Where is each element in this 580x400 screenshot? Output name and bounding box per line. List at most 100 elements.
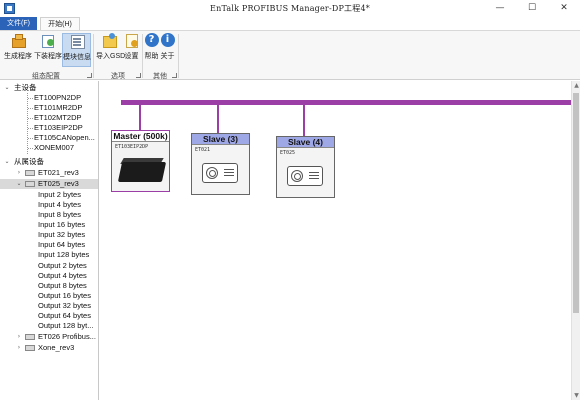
group-options-label: 选项 [111, 73, 125, 80]
collapse-icon[interactable]: ⌄ [3, 83, 11, 93]
expand-icon[interactable]: › [15, 343, 23, 353]
tree-guide [28, 108, 33, 109]
vertical-scrollbar[interactable]: ▲ ▼ [571, 81, 580, 400]
minimize-button[interactable]: — [484, 0, 516, 17]
tree-item-label: ET026 Profibus... [38, 332, 96, 341]
tree-item-module[interactable]: Output 128 byt... [38, 321, 93, 331]
scroll-thumb[interactable] [573, 93, 579, 313]
device-title: Master (500k) [112, 131, 169, 142]
profibus-line[interactable] [121, 100, 571, 105]
tree-guide [28, 98, 33, 99]
tree-item-module[interactable]: Input 8 bytes [38, 210, 81, 220]
tree-item-slave[interactable]: › Xone_rev3 [0, 343, 98, 353]
collapse-icon[interactable]: ⌄ [15, 179, 23, 189]
tree-item-module[interactable]: Output 8 bytes [38, 281, 87, 291]
tree-item-label: ET025_rev3 [38, 179, 79, 188]
group-other-launcher[interactable] [172, 73, 177, 78]
tab-file[interactable]: 文件(F) [0, 17, 37, 30]
build-program-button[interactable]: 生成程序 [3, 33, 33, 67]
about-icon: i [160, 33, 175, 47]
expand-icon[interactable]: › [15, 168, 23, 178]
module-icon [25, 181, 35, 187]
tree-item-master[interactable]: ET103EIP2DP [34, 123, 83, 133]
download-program-button[interactable]: 下装程序 [34, 33, 62, 67]
module-info-label: 模块信息 [63, 54, 91, 61]
scroll-up-icon[interactable]: ▲ [572, 81, 580, 90]
tree-item-master[interactable]: ET102MT2DP [34, 113, 82, 123]
tab-start[interactable]: 开始(H) [40, 17, 80, 30]
import-gsd-label: 导入GSD [96, 53, 126, 60]
tree-item-module[interactable]: Output 64 bytes [38, 311, 91, 321]
tree-item-slave-selected[interactable]: ⌄ ET025_rev3 [0, 179, 98, 189]
tree-item-module[interactable]: Input 2 bytes [38, 190, 81, 200]
tree-guide [28, 118, 33, 119]
device-tree: ⌄ 主设备 ET100PN2DP ET101MR2DP ET102MT2DP E… [0, 81, 99, 400]
collapse-icon[interactable]: ⌄ [3, 157, 11, 167]
help-icon: ? [144, 33, 159, 47]
network-canvas[interactable]: Master (500k) ET103EIP2DP Slave (3) ET02… [100, 81, 571, 400]
device-title: Slave (4) [277, 137, 334, 148]
module-info-button[interactable]: 模块信息 [62, 33, 91, 67]
tree-item-module[interactable]: Output 16 bytes [38, 291, 91, 301]
module-icon [25, 334, 35, 340]
close-button[interactable]: ✕ [548, 0, 580, 17]
download-program-label: 下装程序 [34, 53, 62, 60]
tree-item-master[interactable]: ET100PN2DP [34, 93, 81, 103]
device-title: Slave (3) [192, 134, 249, 145]
gateway-device-icon [117, 156, 167, 186]
tree-item-master[interactable]: ET105CANopen... [34, 133, 95, 143]
tree-guide [27, 93, 28, 154]
tree-item-module[interactable]: Input 4 bytes [38, 200, 81, 210]
tree-item-slave[interactable]: › ET021_rev3 [0, 168, 98, 178]
tree-item-module[interactable]: Output 2 bytes [38, 261, 87, 271]
import-gsd-icon [102, 33, 117, 48]
slave-device-node[interactable]: Slave (3) ET021 [191, 133, 250, 195]
tree-item-module[interactable]: Input 128 bytes [38, 250, 89, 260]
tree-header-label: 主设备 [14, 83, 37, 92]
group-config-label: 组态配置 [32, 73, 60, 80]
build-program-icon [11, 33, 26, 48]
slave-module-icon [285, 163, 329, 191]
device-model: ET103EIP2DP [115, 144, 149, 150]
ribbon: 生成程序 下装程序 模块信息 组态配置 导入GSD 设置 选项 ? 帮助 i 关… [0, 30, 580, 80]
group-separator [178, 34, 179, 78]
module-info-icon [70, 34, 85, 49]
device-model: ET025 [280, 150, 296, 156]
tree-item-label: Xone_rev3 [38, 343, 75, 352]
tree-item-master[interactable]: XONEM007 [34, 143, 74, 153]
group-config-launcher[interactable] [87, 73, 92, 78]
bus-drop-line [303, 105, 305, 136]
master-device-node[interactable]: Master (500k) ET103EIP2DP [111, 130, 170, 192]
tree-item-module[interactable]: Input 32 bytes [38, 230, 85, 240]
slave-device-node[interactable]: Slave (4) ET025 [276, 136, 335, 198]
tree-item-module[interactable]: Output 32 bytes [38, 301, 91, 311]
expand-icon[interactable]: › [15, 332, 23, 342]
settings-label: 设置 [124, 53, 139, 60]
tree-item-module[interactable]: Input 64 bytes [38, 240, 85, 250]
module-icon [25, 345, 35, 351]
help-button[interactable]: ? 帮助 [144, 33, 159, 67]
settings-button[interactable]: 设置 [123, 33, 140, 67]
tree-item-module[interactable]: Input 16 bytes [38, 220, 85, 230]
tree-guide [28, 128, 33, 129]
bus-drop-line [217, 105, 219, 133]
help-label: 帮助 [144, 53, 159, 60]
import-gsd-button[interactable]: 导入GSD [96, 33, 126, 67]
tree-item-master[interactable]: ET101MR2DP [34, 103, 82, 113]
download-program-icon [41, 33, 55, 48]
about-button[interactable]: i 关于 [160, 33, 175, 67]
settings-icon [125, 33, 139, 48]
build-program-label: 生成程序 [4, 53, 32, 60]
tree-item-label: ET021_rev3 [38, 168, 79, 177]
ribbon-tabs: 文件(F) 开始(H) [0, 17, 580, 30]
about-label: 关于 [160, 53, 175, 60]
group-options-launcher[interactable] [136, 73, 141, 78]
tree-item-module[interactable]: Output 4 bytes [38, 271, 87, 281]
tree-header-label: 从属设备 [14, 157, 44, 166]
tree-guide [28, 138, 33, 139]
tree-item-slave[interactable]: › ET026 Profibus... [0, 332, 98, 342]
scroll-down-icon[interactable]: ▼ [572, 391, 580, 400]
maximize-button[interactable]: ☐ [516, 0, 548, 17]
slave-module-icon [200, 160, 244, 188]
module-icon [25, 170, 35, 176]
